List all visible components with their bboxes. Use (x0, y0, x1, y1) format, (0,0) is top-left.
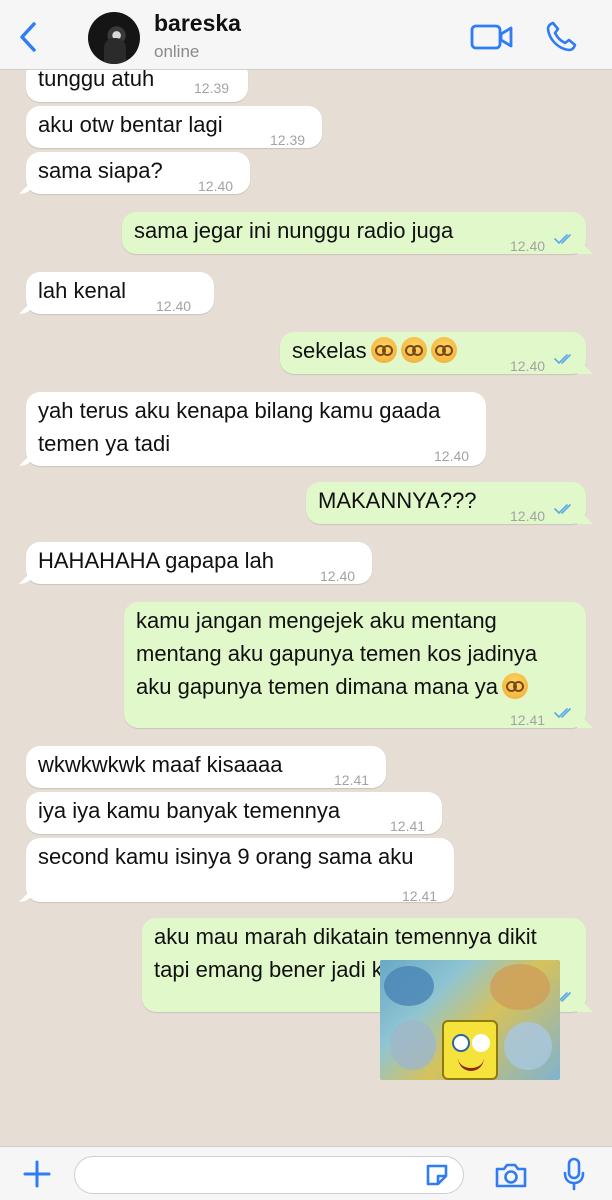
message-text: sekelas (292, 338, 367, 363)
message-input[interactable] (74, 1156, 464, 1194)
read-double-check-icon (554, 504, 571, 515)
message-timestamp: 12.40 (198, 178, 234, 194)
read-double-check-icon (554, 354, 571, 365)
message-timestamp: 12.40 (510, 358, 546, 374)
incoming-message-bubble[interactable]: yah terus aku kenapa bilang kamu gaada t… (26, 392, 486, 466)
message-timestamp: 12.41 (402, 888, 438, 904)
spongebob-face (442, 1020, 498, 1080)
message-text: wkwkwkwk maaf kisaaaa (38, 752, 283, 777)
incoming-message-bubble[interactable]: wkwkwkwk maaf kisaaaa 12.41 (26, 746, 386, 788)
message-timestamp: 12.40 (320, 568, 356, 584)
incoming-message-bubble[interactable]: lah kenal 12.40 (26, 272, 214, 314)
phone-call-icon[interactable] (544, 20, 578, 54)
outgoing-message-bubble[interactable]: kamu jangan mengejek aku mentang mentang… (124, 602, 586, 728)
incoming-message-bubble[interactable]: iya iya kamu banyak temennya 12.41 (26, 792, 442, 834)
back-chevron-icon[interactable] (14, 20, 44, 54)
chat-header: bareska online (0, 0, 612, 70)
outgoing-message-bubble[interactable]: sekelas 12.40 (280, 332, 586, 374)
message-timestamp: 12.39 (270, 132, 306, 148)
video-call-icon[interactable] (470, 22, 514, 52)
message-text: lah kenal (38, 278, 127, 303)
message-timestamp: 12.40 (434, 448, 470, 464)
contact-status: online (154, 42, 200, 61)
dizzy-face-emoji-icon (370, 337, 397, 363)
incoming-message-bubble[interactable]: second kamu isinya 9 orang sama aku 12.41 (26, 838, 454, 904)
outgoing-message-bubble[interactable]: MAKANNYA??? 12.40 (306, 482, 586, 524)
message-text: tunggu atuh (38, 70, 155, 91)
message-text: sama jegar ini nunggu radio juga (134, 218, 454, 243)
message-timestamp: 12.41 (510, 712, 546, 728)
microphone-icon[interactable] (562, 1157, 586, 1191)
dizzy-face-emoji-icon (430, 337, 457, 363)
message-text: MAKANNYA??? (318, 488, 477, 513)
message-text: iya iya kamu banyak temennya (38, 798, 341, 823)
incoming-message-bubble[interactable]: tunggu atuh 12.39 (26, 70, 248, 102)
dizzy-face-emoji-icon (502, 673, 529, 699)
contact-name[interactable]: bareska (154, 10, 241, 37)
read-double-check-icon (554, 708, 571, 719)
spongebob-sticker[interactable] (380, 960, 560, 1080)
incoming-message-bubble[interactable]: aku otw bentar lagi 12.39 (26, 106, 322, 148)
message-timestamp: 12.40 (510, 508, 546, 524)
message-text: aku otw bentar lagi (38, 112, 223, 137)
message-text: yah terus aku kenapa bilang kamu gaada t… (38, 398, 441, 456)
message-timestamp: 12.40 (156, 298, 192, 314)
add-attachment-icon[interactable] (22, 1159, 52, 1189)
composer-bar (0, 1146, 612, 1200)
camera-icon[interactable] (494, 1161, 528, 1189)
outgoing-message-bubble[interactable]: sama jegar ini nunggu radio juga 12.40 (122, 212, 586, 254)
message-timestamp: 12.40 (510, 238, 546, 254)
incoming-message-bubble[interactable]: sama siapa? 12.40 (26, 152, 250, 194)
read-double-check-icon (554, 234, 571, 245)
message-text: sama siapa? (38, 158, 163, 183)
message-text: kamu jangan mengejek aku mentang mentang… (136, 608, 538, 699)
incoming-message-bubble[interactable]: HAHAHAHA gapapa lah 12.40 (26, 542, 372, 584)
sticker-icon[interactable] (424, 1162, 450, 1188)
message-text: second kamu isinya 9 orang sama aku (38, 844, 414, 869)
dizzy-face-emoji-icon (400, 337, 427, 363)
contact-avatar[interactable] (88, 12, 140, 64)
message-text: HAHAHAHA gapapa lah (38, 548, 275, 573)
message-timestamp: 12.39 (194, 80, 230, 96)
